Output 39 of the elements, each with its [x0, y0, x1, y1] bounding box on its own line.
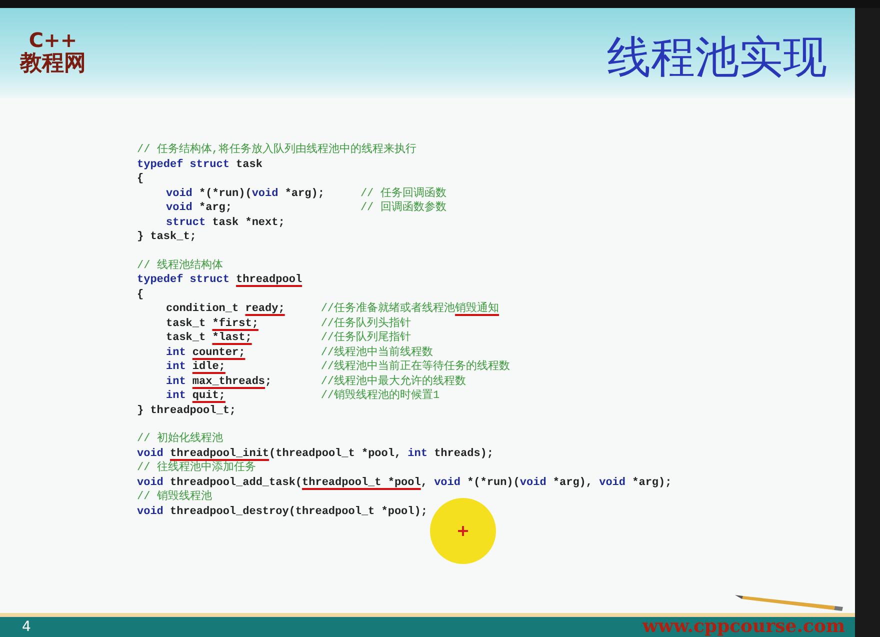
code-comment: //线程池中当前线程数	[320, 346, 434, 360]
slide-title: 线程池实现	[607, 30, 827, 84]
code-comment: // 回调函数参数	[360, 201, 446, 216]
code-line: task_t *last;	[165, 331, 253, 346]
code-line: void threadpool_destroy(threadpool_t *pool);	[137, 504, 428, 519]
code-line: } threadpool_t;	[137, 404, 238, 418]
code-line: } task_t;	[137, 230, 198, 244]
code-comment: //任务准备就绪或者线程池销毁通知	[320, 302, 500, 316]
code-line: // 销毁线程池	[137, 490, 213, 504]
page-number: 4	[22, 618, 31, 637]
code-line: typedef struct threadpool	[137, 273, 304, 288]
code-line: void *(*run)(void *arg);	[165, 186, 324, 201]
code-line: // 任务结构体,将任务放入队列由线程池中的线程来执行	[137, 143, 418, 158]
website-url: www.cppcourse.com	[642, 617, 845, 637]
code-line: void *arg;	[165, 201, 234, 216]
code-line: // 初始化线程池	[137, 432, 224, 446]
code-comment: //销毁线程池的时候置1	[320, 389, 441, 404]
code-line: // 往线程池中添加任务	[137, 461, 257, 476]
code-line: void threadpool_init(threadpool_t *pool, int threads);	[137, 446, 494, 461]
code-line: struct task *next;	[165, 216, 286, 230]
code-comment: //任务队列尾指针	[320, 331, 412, 346]
code-line: void threadpool_add_task(threadpool_t *pool, void *(*run)(void *arg), void *arg);	[137, 476, 672, 490]
logo-text: C++	[28, 29, 78, 51]
logo-text: 教程网	[20, 51, 86, 77]
code-line: int max_threads;	[165, 374, 273, 389]
code-line: // 线程池结构体	[137, 258, 224, 273]
code-line: int counter;	[165, 346, 246, 360]
code-comment: //线程池中当前正在等待任务的线程数	[320, 360, 510, 374]
code-line: typedef struct task	[137, 158, 264, 172]
pencil-icon	[735, 593, 845, 613]
code-line: task_t *first;	[165, 316, 260, 331]
code-line: int quit;	[165, 389, 226, 404]
code-comment: //线程池中最大允许的线程数	[320, 374, 468, 389]
code-comment: //任务队列头指针	[320, 316, 412, 331]
code-line: int idle;	[165, 360, 226, 374]
code-line: {	[137, 172, 145, 186]
code-line: condition_t ready;	[165, 302, 285, 316]
code-line: {	[137, 288, 145, 302]
code-comment: // 任务回调函数	[360, 186, 446, 201]
